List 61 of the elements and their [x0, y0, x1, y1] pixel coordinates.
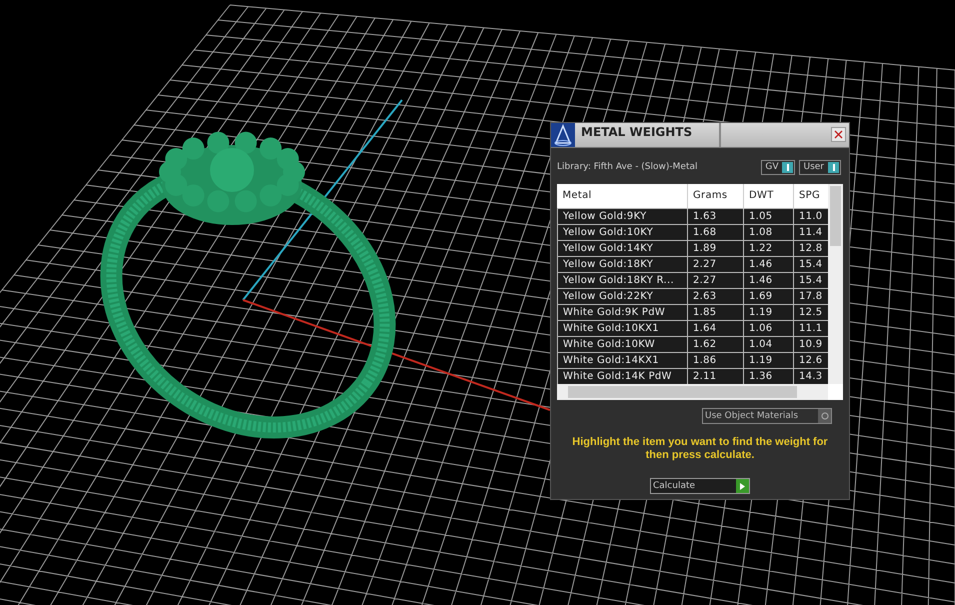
- play-icon: [736, 479, 749, 493]
- table-cell: 1.62: [688, 336, 744, 352]
- vertical-scrollbar[interactable]: [828, 184, 843, 384]
- table-cell: Yellow Gold:9KY: [558, 208, 688, 224]
- table-cell: 2.11: [688, 368, 744, 384]
- close-button[interactable]: [831, 127, 846, 142]
- table-cell: 1.06: [744, 320, 794, 336]
- window-title: METAL WEIGHTS: [575, 123, 721, 147]
- column-header[interactable]: Metal: [558, 184, 688, 208]
- horizontal-scrollbar[interactable]: [557, 384, 828, 400]
- table-cell: White Gold:14KX1: [558, 352, 688, 368]
- table-cell: 1.19: [744, 352, 794, 368]
- table-cell: 2.63: [688, 288, 744, 304]
- table-cell: 1.69: [744, 288, 794, 304]
- use-object-materials-checkbox[interactable]: Use Object Materials: [702, 408, 832, 424]
- table-cell: 12.8: [794, 240, 828, 256]
- table-cell: Yellow Gold:14KY: [558, 240, 688, 256]
- table-cell: Yellow Gold:18KY: [558, 256, 688, 272]
- table-cell: 11.4: [794, 224, 828, 240]
- table-cell: 1.19: [744, 304, 794, 320]
- table-cell: 17.8: [794, 288, 828, 304]
- table-cell: White Gold:10KX1: [558, 320, 688, 336]
- instruction-text: Highlight the item you want to find the weight for then press calculate.: [571, 435, 829, 462]
- table-cell: 10.9: [794, 336, 828, 352]
- table-cell: 1.89: [688, 240, 744, 256]
- table-cell: White Gold:10KW: [558, 336, 688, 352]
- table-cell: 15.4: [794, 272, 828, 288]
- table-cell: 15.4: [794, 256, 828, 272]
- table-cell: 12.6: [794, 352, 828, 368]
- table-cell: 1.36: [744, 368, 794, 384]
- table-cell: 14.3: [794, 368, 828, 384]
- table-cell: 1.46: [744, 272, 794, 288]
- table-cell: 1.46: [744, 256, 794, 272]
- close-icon: [834, 130, 843, 139]
- library-label: Library: Fifth Ave - (Slow)-Metal: [557, 162, 698, 172]
- table-cell: 1.22: [744, 240, 794, 256]
- table-cell: 11.0: [794, 208, 828, 224]
- table-cell: 1.08: [744, 224, 794, 240]
- table-cell: 1.86: [688, 352, 744, 368]
- column-header[interactable]: SPG: [794, 184, 828, 208]
- table-cell: 2.27: [688, 272, 744, 288]
- table-cell: 11.1: [794, 320, 828, 336]
- table-cell: White Gold:9K PdW: [558, 304, 688, 320]
- table-cell: 1.04: [744, 336, 794, 352]
- table-cell: Yellow Gold:22KY: [558, 288, 688, 304]
- column-header[interactable]: DWT: [744, 184, 794, 208]
- scale-logo-icon: [551, 123, 575, 147]
- toggle-button[interactable]: User: [799, 160, 841, 174]
- table-cell: Yellow Gold:10KY: [558, 224, 688, 240]
- table-cell: 1.64: [688, 320, 744, 336]
- table-cell: 1.68: [688, 224, 744, 240]
- table-cell: 12.5: [794, 304, 828, 320]
- column-header[interactable]: Grams: [688, 184, 744, 208]
- table-cell: 1.05: [744, 208, 794, 224]
- table-cell: 1.85: [688, 304, 744, 320]
- table-cell: White Gold:14K PdW: [558, 368, 688, 384]
- calculate-button[interactable]: Calculate: [650, 478, 750, 494]
- table-cell: 1.63: [688, 208, 744, 224]
- table-cell: 2.27: [688, 256, 744, 272]
- toggle-button[interactable]: GV: [761, 160, 796, 174]
- table-cell: Yellow Gold:18KY R...: [558, 272, 688, 288]
